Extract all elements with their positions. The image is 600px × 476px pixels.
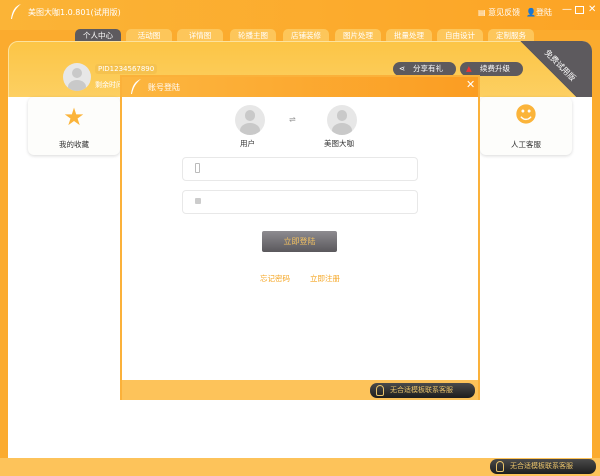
- headset-icon: ☻: [514, 103, 538, 128]
- service-label: 人工客服: [511, 140, 541, 149]
- user-label: 用户: [240, 139, 255, 148]
- login-link[interactable]: 👤登陆: [526, 7, 552, 18]
- share-button[interactable]: ⋖ 分享有礼: [393, 62, 456, 76]
- dialog-contact-service-button[interactable]: 无合适模板联系客服: [370, 383, 475, 398]
- customer-service-card[interactable]: ☻ 人工客服: [480, 97, 572, 155]
- password-field[interactable]: [182, 190, 418, 214]
- pid-label: PID1234567890: [95, 64, 158, 74]
- app-title: 美图大咖1.0.801(试用版): [28, 8, 121, 17]
- user-avatar[interactable]: [63, 63, 91, 91]
- lock-icon: [195, 198, 201, 204]
- favorites-label: 我的收藏: [59, 140, 89, 149]
- upgrade-button[interactable]: ▲ 续费升级: [460, 62, 523, 76]
- contact-label: 无合适模板联系客服: [510, 462, 573, 470]
- user-avatar-icon: [235, 105, 265, 135]
- feedback-link[interactable]: ▤ 意见反馈: [478, 7, 520, 18]
- remaining-time: 剩余时间: [95, 81, 123, 89]
- contact-service-button[interactable]: 无合适模板联系客服: [490, 459, 596, 474]
- minimize-button[interactable]: —: [562, 4, 572, 15]
- dialog-contact-label: 无合适模板联系客服: [390, 386, 453, 394]
- qq-icon: [496, 461, 504, 472]
- feather-icon: [131, 79, 141, 94]
- share-label: 分享有礼: [413, 64, 443, 73]
- login-label: 登陆: [535, 8, 552, 17]
- dialog-title: 账号登陆: [148, 83, 180, 92]
- star-icon: ★: [63, 103, 85, 131]
- login-dialog: 账号登陆 ✕ 用户 ⇌ 美图大咖 立即登陆 忘记密码 立即注册 无合适模板联系客…: [120, 75, 480, 400]
- upgrade-label: 续费升级: [480, 64, 510, 73]
- favorites-card[interactable]: ★ 我的收藏: [28, 97, 120, 155]
- swap-icon: ⇌: [289, 115, 296, 124]
- phone-icon: [195, 163, 200, 173]
- phone-field[interactable]: [182, 157, 418, 181]
- feedback-label: 意见反馈: [488, 8, 521, 17]
- upgrade-icon: ▲: [466, 64, 472, 73]
- maximize-button[interactable]: [575, 6, 584, 14]
- phone-input[interactable]: [209, 161, 409, 177]
- register-link[interactable]: 立即注册: [310, 273, 340, 284]
- forgot-password-link[interactable]: 忘记密码: [260, 273, 290, 284]
- close-button[interactable]: ✕: [588, 4, 596, 15]
- brand-label: 美图大咖: [324, 139, 354, 148]
- feather-logo-icon: [11, 4, 21, 19]
- brand-avatar-icon: [327, 105, 357, 135]
- login-submit-button[interactable]: 立即登陆: [262, 231, 337, 252]
- password-input[interactable]: [209, 194, 409, 210]
- dialog-close-button[interactable]: ✕: [466, 78, 475, 91]
- share-icon: ⋖: [399, 64, 406, 73]
- qq-icon: [376, 385, 384, 396]
